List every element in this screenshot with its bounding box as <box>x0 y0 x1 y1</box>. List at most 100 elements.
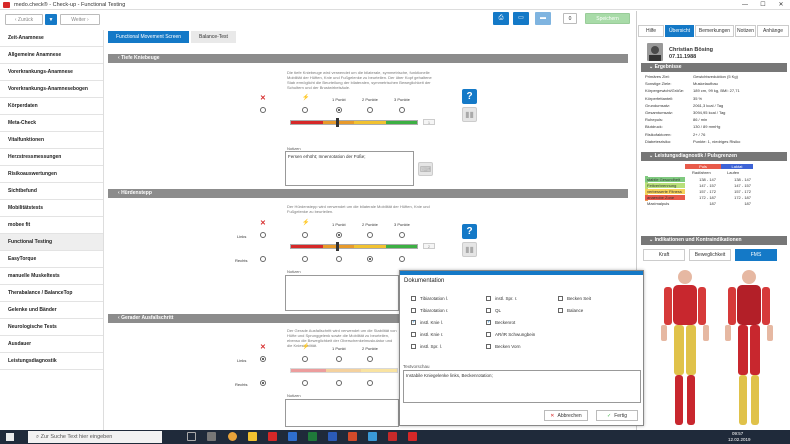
sidebar-item[interactable]: Functional Testing <box>0 234 103 251</box>
taskbar-search[interactable]: ⌕ Zur Suche Text hier eingeben <box>28 431 162 443</box>
sidebar-item[interactable]: Meta-Check <box>0 115 103 132</box>
lunge-left-radio-pain[interactable] <box>302 356 308 362</box>
hurdle-right-radio-2[interactable] <box>367 256 373 262</box>
section-squat-header[interactable]: ‹ Tiefe Kniebeuge <box>108 54 628 63</box>
monitor-icon[interactable]: ▭ <box>513 12 529 25</box>
medo-app-icon[interactable] <box>268 432 277 441</box>
hurdle-right-radio-0[interactable] <box>260 256 266 262</box>
pdf-icon[interactable] <box>388 432 397 441</box>
hurdle-score-field[interactable]: 2 <box>423 243 435 249</box>
doc-checkbox[interactable] <box>486 308 491 313</box>
hurdle-left-radio-0[interactable] <box>260 232 266 238</box>
video-button[interactable]: ▮▮ <box>462 107 477 122</box>
calculator-icon[interactable] <box>207 432 216 441</box>
help-button[interactable]: ? <box>462 89 477 104</box>
sidebar-item[interactable]: Vitalfunktionen <box>0 132 103 149</box>
text-preview-box[interactable]: Instabile Kniegelenke links, Beckenrotat… <box>403 370 641 403</box>
medo-app-icon-2[interactable] <box>408 432 417 441</box>
indication-button[interactable]: Kraft <box>643 249 685 261</box>
right-tab[interactable]: Notizen <box>735 25 756 37</box>
squat-radio-1[interactable] <box>336 107 342 113</box>
explorer-icon[interactable] <box>248 432 257 441</box>
hurdle-left-radio-pain[interactable] <box>302 232 308 238</box>
sidebar-item[interactable]: Vorerkrankungs-Anamnese <box>0 64 103 81</box>
right-tab[interactable]: Bemerkungen <box>695 25 734 37</box>
save-button[interactable]: Speichern <box>585 13 630 24</box>
hurdle-right-radio-3[interactable] <box>399 256 405 262</box>
indication-button[interactable]: Beweglichkeit <box>689 249 731 261</box>
squat-radio-pain[interactable] <box>302 107 308 113</box>
sidebar-item[interactable]: Leistungsdiagnostik <box>0 353 103 370</box>
indication-button[interactable]: FMS <box>735 249 777 261</box>
sidebar-item[interactable]: Herzstressmessungen <box>0 149 103 166</box>
task-view-icon[interactable] <box>187 432 196 441</box>
forward-button[interactable]: Weiter › <box>60 14 100 25</box>
chrome-icon[interactable] <box>228 432 237 441</box>
word-icon[interactable] <box>328 432 337 441</box>
sidebar-item[interactable]: Neurologische Tests <box>0 319 103 336</box>
squat-notes-input[interactable]: Fersen erhöht; Innenrotation der Füße; <box>285 151 414 186</box>
section-lunge-header[interactable]: ‹ Gerader Ausfallschritt <box>108 314 399 323</box>
help-button[interactable]: ? <box>462 224 477 239</box>
doc-checkbox[interactable] <box>486 319 491 325</box>
doc-checkbox[interactable] <box>486 344 491 349</box>
lunge-left-radio-1[interactable] <box>336 356 342 362</box>
sidebar-item[interactable]: Allgemeine Anamnese <box>0 47 103 64</box>
hurdle-notes-input[interactable] <box>285 275 399 311</box>
sidebar-item[interactable]: Sichtbefund <box>0 183 103 200</box>
excel-icon[interactable] <box>308 432 317 441</box>
squat-radio-3[interactable] <box>399 107 405 113</box>
sidebar-item[interactable]: Therabalance / BalanceTop <box>0 285 103 302</box>
sidebar-item[interactable]: EasyTorque <box>0 251 103 268</box>
powerpoint-icon[interactable] <box>348 432 357 441</box>
done-button[interactable]: ✓ Fertig <box>596 410 638 421</box>
squat-score-slider[interactable] <box>336 118 339 127</box>
print-icon[interactable]: ⎙ <box>493 12 509 25</box>
tab-fms[interactable]: Functional Movement Screen <box>108 31 190 43</box>
right-tab[interactable]: Übersicht <box>665 25 694 37</box>
minimize-icon[interactable]: — <box>736 0 754 10</box>
lunge-right-radio-2[interactable] <box>367 380 373 386</box>
cancel-button[interactable]: ✕ Abbrechen <box>544 410 588 421</box>
hurdle-left-radio-3[interactable] <box>399 232 405 238</box>
sidebar-item[interactable]: Vorerkrankungs-Anamnesebogen <box>0 81 103 98</box>
indications-header[interactable]: ⌄ Indikationen und Kontraindikationen <box>641 236 787 245</box>
results-header[interactable]: ⌄ Ergebnisse <box>641 63 787 72</box>
doc-checkbox[interactable] <box>558 296 563 301</box>
lunge-right-radio-pain[interactable] <box>302 380 308 386</box>
hurdle-score-slider[interactable] <box>336 242 339 251</box>
lunge-left-radio-0[interactable] <box>260 356 266 362</box>
right-tab[interactable]: Hilfe <box>638 25 664 37</box>
hurdle-right-radio-1[interactable] <box>336 256 342 262</box>
sidebar-item[interactable]: Ausdauer <box>0 336 103 353</box>
squat-radio-0[interactable] <box>260 107 266 113</box>
sidebar-item[interactable]: Mobilitätstests <box>0 200 103 217</box>
doc-checkbox[interactable] <box>411 319 416 325</box>
doc-checkbox[interactable] <box>486 332 491 337</box>
hurdle-left-radio-2[interactable] <box>367 232 373 238</box>
section-hurdle-header[interactable]: ‹ Hürdenstepp <box>108 189 628 198</box>
lunge-left-radio-2[interactable] <box>367 356 373 362</box>
keyboard-icon[interactable]: ⌨ <box>418 162 433 176</box>
sidebar-item[interactable]: Körperdaten <box>0 98 103 115</box>
squat-score-field[interactable]: 1 <box>423 119 435 125</box>
doc-checkbox[interactable] <box>411 308 416 313</box>
sidebar-item[interactable]: Zeit-Anamnese <box>0 30 103 47</box>
sidebar-item[interactable]: Risikoauswertungen <box>0 166 103 183</box>
video-button[interactable]: ▮▮ <box>462 242 477 257</box>
puls-header[interactable]: ⌄ Leistungsdiagnostik / Pulsgrenzen <box>641 152 787 161</box>
lunge-notes-input[interactable] <box>285 399 399 427</box>
hurdle-right-radio-pain[interactable] <box>302 256 308 262</box>
windows-start-icon[interactable] <box>6 433 14 441</box>
folder-icon[interactable]: ▬ <box>535 12 551 25</box>
lunge-right-radio-1[interactable] <box>336 380 342 386</box>
doc-checkbox[interactable] <box>411 296 416 301</box>
sidebar-item[interactable]: mobee fit <box>0 217 103 234</box>
doc-checkbox[interactable] <box>558 308 563 313</box>
lunge-right-radio-0[interactable] <box>260 380 266 386</box>
doc-checkbox[interactable] <box>411 332 416 337</box>
maximize-icon[interactable]: ☐ <box>754 0 772 10</box>
close-icon[interactable]: ✕ <box>772 0 790 10</box>
nav-dropdown-button[interactable]: ▼ <box>45 14 57 25</box>
doc-checkbox[interactable] <box>486 296 491 301</box>
